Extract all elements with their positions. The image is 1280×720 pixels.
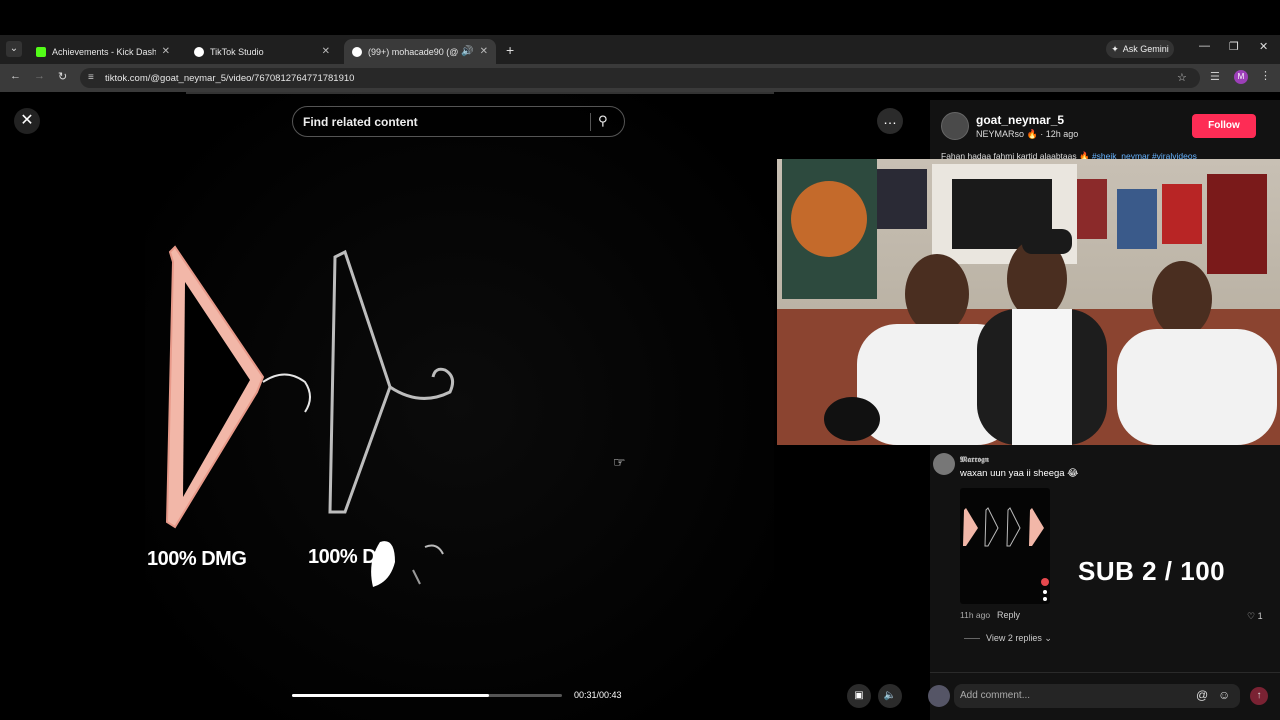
close-icon[interactable]: ✕	[162, 46, 170, 57]
address-bar[interactable]: ≡ tiktok.com/@goat_neymar_5/video/767081…	[80, 68, 1200, 88]
search-icon[interactable]: ⚲	[598, 113, 608, 129]
sub-goal-overlay: SUB 2 / 100	[1078, 556, 1226, 586]
url-text[interactable]: tiktok.com/@goat_neymar_5/video/76708127…	[105, 73, 354, 84]
restore-icon[interactable]: ❐	[1229, 40, 1239, 53]
minimize-icon[interactable]: —	[1199, 40, 1210, 52]
tab-title: (99+) mohacade90 (@moha	[368, 46, 459, 57]
tiktok-favicon-icon	[194, 46, 204, 57]
comment-input[interactable]: Add comment... @ ☺	[954, 684, 1240, 708]
back-icon[interactable]: ←	[10, 70, 21, 82]
bookmark-star-icon[interactable]: ☆	[1177, 71, 1187, 84]
tab-tiktok-studio[interactable]: TikTok Studio ✕	[186, 39, 338, 64]
divider	[930, 672, 1280, 673]
video-player[interactable]: 100% DMG 100% D	[145, 92, 774, 720]
divider	[186, 92, 774, 94]
more-options-icon[interactable]: …	[877, 108, 903, 134]
like-count: 1	[1257, 611, 1263, 621]
search-input[interactable]: Find related content ⚲	[292, 106, 625, 137]
tiktok-favicon-icon	[352, 46, 362, 57]
window-top	[0, 0, 1280, 35]
heart-icon: ♡	[1247, 611, 1256, 621]
comment-like-button[interactable]: ♡ 1	[1247, 611, 1263, 622]
avatar[interactable]	[941, 112, 969, 140]
divider	[590, 113, 591, 131]
kick-favicon-icon	[36, 46, 46, 57]
emoji-icon[interactable]: ☺	[1218, 688, 1230, 702]
speaker-icon[interactable]: 🔊	[461, 46, 473, 57]
close-icon[interactable]: ✕	[322, 46, 330, 57]
avatar[interactable]	[928, 685, 950, 707]
avatar[interactable]: M	[1234, 70, 1248, 84]
close-icon[interactable]: ✕	[480, 46, 488, 57]
pip-icon[interactable]: ▣	[847, 684, 871, 708]
menu-icon[interactable]: ⋮	[1260, 69, 1271, 82]
send-icon[interactable]: ↑	[1250, 687, 1268, 705]
hand-cursor-icon: ☞	[613, 454, 626, 470]
comment-input-placeholder: Add comment...	[960, 690, 1031, 701]
gemini-label: Ask Gemini	[1122, 44, 1169, 54]
toolbar: ← → ↻ ≡ tiktok.com/@goat_neymar_5/video/…	[0, 64, 1280, 92]
forward-icon[interactable]: →	[34, 70, 45, 82]
new-tab-icon[interactable]: +	[506, 42, 514, 58]
tab-kick-dashboard[interactable]: Achievements - Kick Dashboard ✕	[28, 39, 178, 64]
tab-tiktok-video[interactable]: (99+) mohacade90 (@moha 🔊 ✕	[344, 39, 496, 64]
progress-fill	[292, 694, 490, 697]
comment-image[interactable]	[960, 488, 1050, 604]
reading-list-icon[interactable]: ☰	[1210, 70, 1220, 83]
comment-image-content	[963, 507, 1049, 601]
comment-timestamp: 11h ago	[960, 610, 991, 620]
author-subtitle: NEYMARso 🔥 · 12h ago	[976, 129, 1079, 139]
hanger-label: 100% D	[308, 546, 377, 568]
tab-title: Achievements - Kick Dashboard	[52, 46, 156, 57]
hanger-label: 100% DMG	[147, 548, 247, 570]
progress-bar[interactable]	[292, 694, 562, 697]
view-replies-button[interactable]: View 2 replies ⌄	[964, 633, 1052, 644]
view-replies-label: View 2 replies	[986, 633, 1042, 643]
reply-button[interactable]: Reply	[997, 610, 1020, 620]
time-readout: 00:31/00:43	[574, 690, 622, 700]
volume-icon[interactable]: 🔈	[878, 684, 902, 708]
site-info-icon[interactable]: ≡	[88, 72, 94, 83]
divider	[964, 638, 980, 640]
tab-title: TikTok Studio	[210, 46, 264, 57]
gemini-icon: ✦	[1111, 43, 1119, 54]
tab-search-icon[interactable]: ⌄	[6, 41, 22, 57]
avatar[interactable]	[933, 453, 955, 475]
author-name[interactable]: goat_neymar_5	[976, 113, 1064, 127]
webcam-overlay-image	[777, 159, 1280, 445]
tab-strip: ⌄ Achievements - Kick Dashboard ✕ TikTok…	[0, 35, 1280, 64]
reload-icon[interactable]: ↻	[58, 70, 67, 83]
mention-icon[interactable]: @	[1196, 688, 1208, 702]
next-comment-preview	[933, 664, 1280, 672]
chevron-down-icon: ⌄	[1044, 633, 1052, 643]
window-close-icon[interactable]: ✕	[1259, 40, 1268, 53]
comment-text: waxan uun yaa ii sheega 😂	[960, 468, 1079, 479]
ask-gemini-button[interactable]: ✦ Ask Gemini	[1106, 40, 1174, 58]
search-placeholder: Find related content	[303, 115, 418, 129]
webcam-scene	[777, 159, 1280, 445]
comment-username[interactable]: 𝕸𝖆𝖗𝖗𝖔𝖌𝖓	[960, 455, 989, 465]
video-frame	[145, 92, 774, 720]
follow-button[interactable]: Follow	[1192, 114, 1256, 138]
close-icon[interactable]: ✕	[14, 108, 40, 134]
